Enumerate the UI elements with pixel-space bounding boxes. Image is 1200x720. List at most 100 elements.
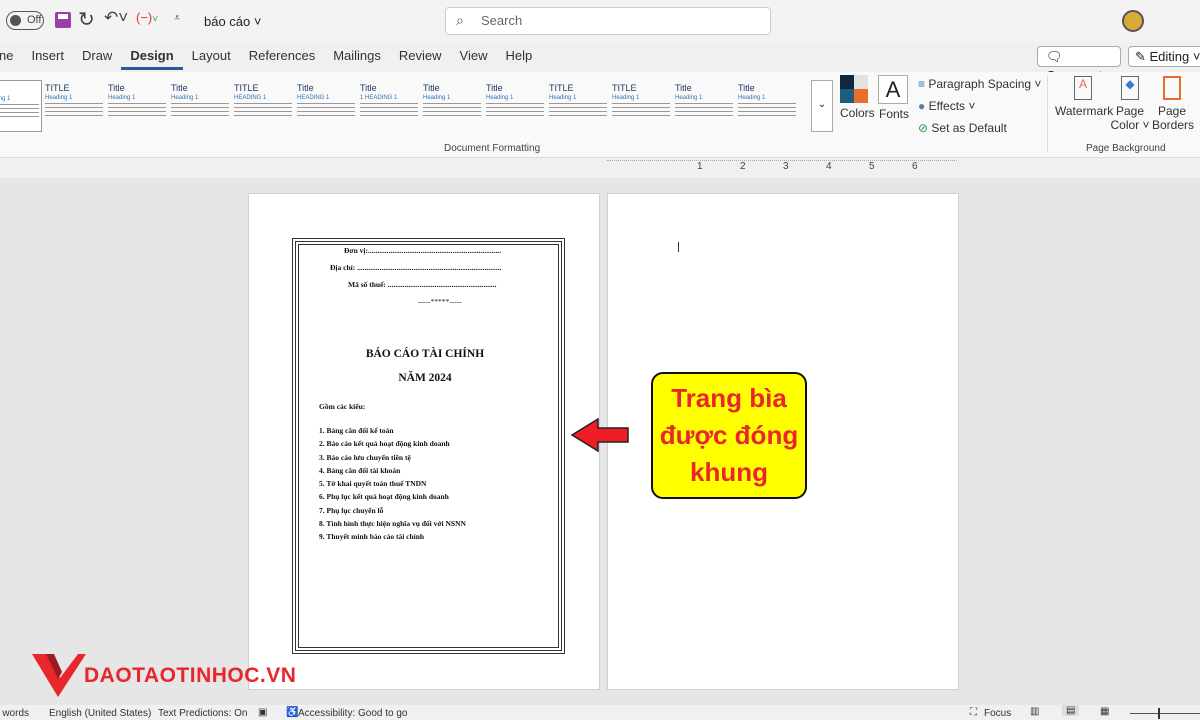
page-borders-button[interactable]: Page Borders: [1152, 76, 1194, 132]
thumb-body-lines: [360, 103, 418, 117]
check-circle-icon: ⊘: [918, 121, 929, 135]
effects-label: Effects ˅: [928, 99, 976, 113]
thumb-body-lines: [234, 103, 292, 117]
customize-toolbar-icon[interactable]: ⩡: [174, 12, 180, 25]
tab-review[interactable]: Review: [390, 44, 451, 70]
save-icon[interactable]: [55, 12, 71, 28]
search-input[interactable]: Search: [445, 7, 771, 35]
thumb-title: Title: [108, 83, 125, 93]
page-borders-icon: [1163, 76, 1181, 100]
gallery-more-button[interactable]: ⌄: [811, 80, 833, 132]
thumb-title: Title: [738, 83, 755, 93]
style-set-thumbnail[interactable]: TITLE Heading 1: [610, 80, 672, 132]
tab-mailings[interactable]: Mailings: [324, 44, 390, 70]
logo-text: DAOTAOTINHOC.VN: [84, 664, 297, 687]
style-set-thumbnail[interactable]: TitleHeading 1: [421, 80, 483, 132]
thumb-heading: Heading 1: [486, 95, 514, 101]
style-set-thumbnail[interactable]: TitleHeading 1: [673, 80, 735, 132]
thumb-heading: Heading 1: [45, 95, 73, 101]
avatar[interactable]: [1122, 10, 1144, 32]
thumb-title: TITLE: [549, 83, 574, 93]
divider: [1047, 76, 1048, 152]
focus-button[interactable]: Focus: [984, 708, 1011, 719]
colors-button[interactable]: Colors: [840, 75, 875, 120]
thumb-title: Title: [360, 83, 377, 93]
effects-icon: ●: [918, 99, 926, 113]
colors-label: Colors: [840, 106, 875, 120]
tab-references[interactable]: References: [240, 44, 324, 70]
ruler-tick: 3: [783, 161, 789, 172]
style-set-thumbnail[interactable]: TITLE Heading 1: [43, 80, 105, 132]
tab-view[interactable]: View: [451, 44, 497, 70]
ruler-tick: 1: [697, 161, 703, 172]
language[interactable]: English (United States): [49, 708, 151, 719]
fonts-button[interactable]: A Fonts: [878, 75, 910, 121]
macro-icon[interactable]: ▣: [258, 707, 267, 718]
comments-button[interactable]: 🗨 Comments: [1037, 46, 1121, 83]
thumb-body-lines: [675, 103, 733, 117]
print-layout-icon[interactable]: ▤: [1062, 705, 1080, 716]
thumb-heading: HEADING 1: [297, 95, 330, 101]
thumb-body-lines: [612, 103, 670, 117]
style-set-thumbnail[interactable]: TitleHeading 1: [484, 80, 546, 132]
tab-design[interactable]: Design: [121, 44, 183, 70]
style-set-thumbnail[interactable]: TitleHeading 1: [736, 80, 798, 132]
thumb-body-lines: [108, 103, 166, 117]
report-list-item: 1. Bảng cân đối kế toán: [319, 426, 394, 435]
autosave-toggle[interactable]: Off: [6, 11, 44, 30]
text-predictions[interactable]: Text Predictions: On: [158, 708, 247, 719]
thumb-heading: HEADING 1: [234, 95, 267, 101]
style-set-thumbnail[interactable]: TitleHeading 1: [0, 80, 42, 132]
set-default-button[interactable]: ⊘ Set as Default: [918, 121, 1007, 135]
page-color-label: Page Color ˅: [1110, 104, 1150, 132]
search-icon: ⌕: [456, 12, 464, 28]
paragraph-spacing-button[interactable]: ≡ Paragraph Spacing ˅: [918, 77, 1041, 91]
style-set-thumbnail[interactable]: TITLE HEADING 1: [232, 80, 294, 132]
tab-layout[interactable]: Layout: [183, 44, 240, 70]
style-set-thumbnail[interactable]: TITLE Heading 1: [547, 80, 609, 132]
page-color-button[interactable]: ◆ Page Color ˅: [1110, 76, 1150, 132]
zoom-slider[interactable]: [1130, 708, 1200, 719]
watermark-button[interactable]: A Watermark: [1055, 76, 1113, 118]
group-label-page-background: Page Background: [1086, 143, 1166, 154]
editing-button[interactable]: ✎ Editing ˅: [1128, 46, 1200, 67]
undo-icon[interactable]: ↶˅: [104, 8, 128, 28]
arrow-shape: [570, 417, 629, 453]
tab-help[interactable]: Help: [496, 44, 541, 70]
word-count[interactable]: 4 words: [0, 708, 29, 719]
redo-icon[interactable]: ↻: [78, 7, 95, 32]
ruler[interactable]: 1 2 3 4 5 6: [607, 160, 957, 174]
logo-icon: [32, 654, 86, 697]
accessibility-icon: ♿: [286, 707, 299, 718]
ruler-tick: 4: [826, 161, 832, 172]
swatch: [854, 89, 868, 103]
report-list-item: 8. Tình hình thực hiện nghĩa vụ đối với …: [319, 519, 466, 529]
thumb-heading: Heading 1: [549, 95, 577, 101]
paragraph-spacing-icon: ≡: [918, 77, 926, 91]
editor-check-icon[interactable]: (−)˅: [136, 10, 158, 25]
thumb-body-lines: [297, 103, 355, 117]
ribbon-tabs: ne Insert Draw Design Layout References …: [0, 44, 541, 70]
zoom-slider-thumb[interactable]: [1158, 708, 1160, 719]
tab-insert[interactable]: Insert: [22, 44, 73, 70]
font-a-icon: A: [878, 75, 908, 104]
page-color-icon: ◆: [1121, 76, 1139, 100]
read-mode-icon[interactable]: ▥: [1030, 706, 1039, 717]
style-set-thumbnail[interactable]: Title HEADING 1: [295, 80, 357, 132]
tab-home[interactable]: ne: [0, 44, 22, 70]
style-set-thumbnail[interactable]: TitleHeading 1: [106, 80, 168, 132]
accessibility-status[interactable]: Accessibility: Good to go: [298, 708, 408, 719]
document-name[interactable]: báo cáo ˅: [204, 14, 261, 29]
editing-label: Editing ˅: [1149, 49, 1200, 64]
don-vi-line: Đơn vị:.................................…: [344, 246, 502, 255]
swatch: [840, 89, 854, 103]
style-set-thumbnail[interactable]: TitleHeading 1: [169, 80, 231, 132]
report-list-item: 6. Phụ lục kết quả hoạt động kinh doanh: [319, 492, 449, 502]
effects-button[interactable]: ● Effects ˅: [918, 99, 975, 113]
web-layout-icon[interactable]: ▦: [1100, 706, 1109, 717]
style-set-thumbnail[interactable]: Title 1 HEADING 1: [358, 80, 420, 132]
tab-draw[interactable]: Draw: [73, 44, 121, 70]
set-default-label: Set as Default: [931, 121, 1007, 135]
thumb-body-lines: [171, 103, 229, 117]
paragraph-spacing-label: Paragraph Spacing ˅: [928, 77, 1042, 91]
